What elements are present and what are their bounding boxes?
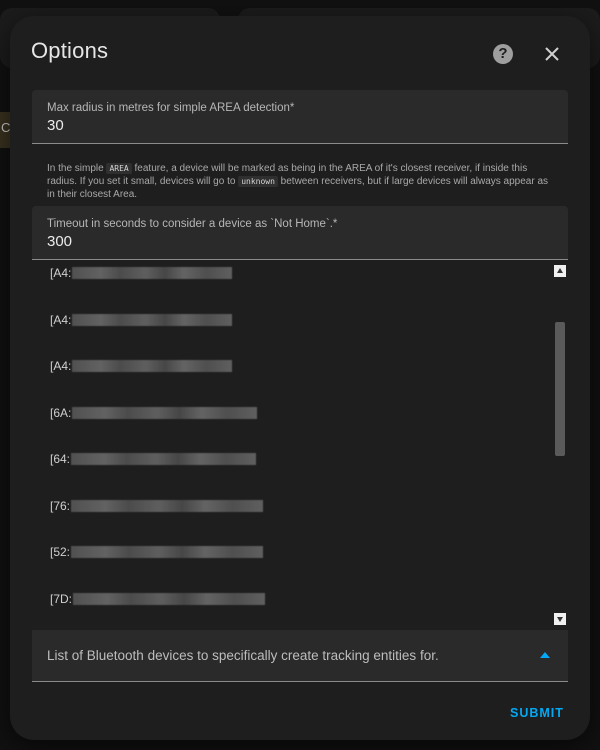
list-item[interactable]: [A4: [50,357,233,375]
redacted-address [72,360,233,372]
list-item[interactable]: [7D: [50,590,266,608]
timeout-field[interactable]: Timeout in seconds to consider a device … [32,206,568,260]
list-item[interactable]: [64: [50,450,257,468]
background-text: C [1,120,11,135]
dialog-title: Options [31,38,109,63]
chevron-up-icon[interactable] [540,652,550,658]
max-radius-label: Max radius in metres for simple AREA det… [47,102,295,114]
list-item[interactable]: [52: [50,543,264,561]
list-item[interactable]: [76: [50,497,264,515]
device-listbox[interactable]: [A4: [A4: [A4: [6A: [64: [76: [52: [7D: [32,262,568,628]
max-radius-field[interactable]: Max radius in metres for simple AREA det… [32,90,568,144]
redacted-address [71,500,264,512]
scroll-thumb[interactable] [555,322,565,456]
redacted-address [71,546,264,558]
redacted-address [73,593,266,605]
options-dialog: Options ? Max radius in metres for simpl… [10,16,590,740]
tracking-devices-label: List of Bluetooth devices to specificall… [47,648,439,663]
redacted-address [71,453,257,465]
max-radius-value[interactable]: 30 [47,117,64,134]
redacted-address [72,267,233,279]
timeout-label: Timeout in seconds to consider a device … [47,218,338,230]
list-item[interactable]: [6A: [50,404,258,422]
list-item[interactable]: [A4: [50,264,233,282]
area-code: AREA [106,163,132,174]
submit-button[interactable]: SUBMIT [510,706,564,720]
scroll-down-arrow-icon[interactable] [554,613,566,625]
redacted-address [72,407,258,419]
scroll-up-arrow-icon[interactable] [554,265,566,277]
timeout-value[interactable]: 300 [47,233,72,250]
radius-help-text: In the simple AREA feature, a device wil… [47,163,549,200]
help-icon[interactable]: ? [493,44,513,64]
redacted-address [72,314,233,326]
tracking-devices-select[interactable]: List of Bluetooth devices to specificall… [32,630,568,682]
close-icon[interactable] [540,42,564,66]
list-item[interactable]: [A4: [50,311,233,329]
unknown-code: unknown [238,176,278,187]
listbox-scrollbar[interactable] [554,265,566,625]
